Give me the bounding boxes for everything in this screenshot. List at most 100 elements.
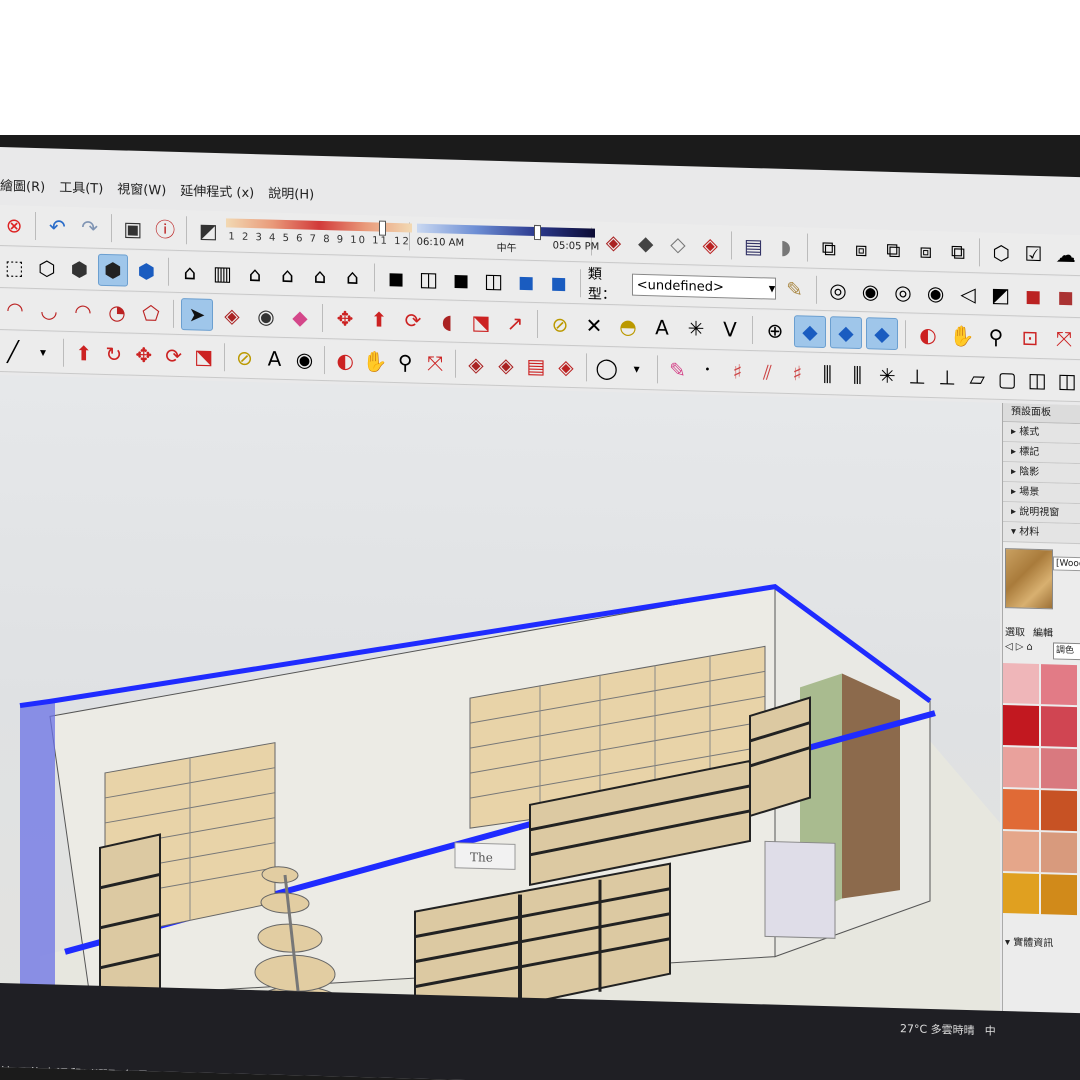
entity-info-section[interactable]: ▾ 實體資訊 bbox=[1005, 933, 1053, 949]
position-camera-icon[interactable]: ◎ bbox=[889, 277, 918, 308]
zoom-window-icon[interactable]: ⊡ bbox=[1015, 322, 1045, 353]
menu-tools[interactable]: 工具(T) bbox=[59, 177, 103, 202]
follow-me-tool-icon[interactable]: ◖ bbox=[432, 306, 462, 337]
pan-icon[interactable]: ✋ bbox=[947, 320, 977, 351]
extrude-icon[interactable]: ◫ bbox=[1024, 365, 1050, 396]
model-info-icon[interactable]: ⓘ bbox=[151, 214, 179, 245]
line-tool-icon[interactable]: ╱ bbox=[0, 336, 26, 367]
section-fill-icon[interactable]: ⧈ bbox=[912, 235, 940, 266]
3d-warehouse-icon[interactable]: ◈ bbox=[599, 227, 627, 258]
iso-view-icon[interactable]: ⌂ bbox=[176, 257, 205, 288]
time-slider-knob[interactable] bbox=[533, 224, 541, 241]
model-viewport[interactable]: The △ bbox=[0, 375, 1000, 1053]
shadow-month-slider[interactable]: 1 2 3 4 5 6 7 8 9 10 11 12 bbox=[226, 214, 413, 253]
camera-tool-icon[interactable]: ◉ bbox=[921, 278, 950, 309]
tray-section-instructor[interactable]: ▸ 說明視窗 bbox=[1003, 502, 1080, 525]
tray-section-scenes[interactable]: ▸ 場景 bbox=[1003, 482, 1080, 505]
get-models-icon[interactable]: ◆ bbox=[632, 228, 660, 259]
sandbox-scratch-icon[interactable]: ⊥ bbox=[904, 361, 930, 392]
month-slider-knob[interactable] bbox=[379, 220, 387, 236]
component-icon[interactable]: ⬡ bbox=[987, 238, 1015, 269]
color-swatch[interactable] bbox=[1041, 790, 1077, 832]
sandbox-contours-icon[interactable]: ⊥ bbox=[934, 362, 960, 393]
sandbox-mesh-icon[interactable]: ✳ bbox=[874, 360, 900, 391]
rotate-icon[interactable]: ⟳ bbox=[398, 305, 428, 336]
top-view-icon[interactable]: ▥ bbox=[208, 258, 237, 289]
move-icon[interactable]: ✥ bbox=[330, 303, 360, 334]
intersect-icon[interactable]: ◫ bbox=[414, 264, 443, 295]
check-icon[interactable]: ☑ bbox=[1019, 238, 1047, 269]
color-swatch[interactable] bbox=[1003, 789, 1039, 831]
dropdown-arrow-icon[interactable]: ▾ bbox=[30, 337, 56, 368]
scale-icon[interactable]: ⬔ bbox=[466, 307, 496, 338]
sandbox-icon[interactable]: ◩ bbox=[986, 280, 1015, 311]
select-arrow-icon[interactable]: ➤ bbox=[181, 298, 213, 331]
warehouse-2-icon[interactable]: ◈ bbox=[463, 349, 489, 380]
right-view-icon[interactable]: ⌂ bbox=[273, 260, 302, 291]
color-swatch[interactable] bbox=[1003, 873, 1039, 915]
ime-indicator[interactable]: 中 bbox=[985, 1023, 996, 1039]
color-swatch[interactable] bbox=[1041, 706, 1077, 748]
scale-2-icon[interactable]: ⬔ bbox=[191, 341, 217, 372]
account-dropdown-icon[interactable]: ▾ bbox=[624, 353, 650, 384]
follow-me-2-icon[interactable]: ↻ bbox=[101, 339, 127, 370]
print-icon[interactable]: ▣ bbox=[119, 213, 147, 244]
redo-icon[interactable]: ↷ bbox=[75, 212, 103, 243]
shaded-icon[interactable]: ⬢ bbox=[97, 253, 129, 287]
color-swatch[interactable] bbox=[1003, 705, 1039, 747]
wireframe-icon[interactable]: ⬡ bbox=[33, 253, 62, 284]
union-icon[interactable]: ◼ bbox=[447, 264, 476, 295]
axes-icon[interactable]: ✳ bbox=[681, 313, 711, 344]
terrain-icon[interactable]: ◼ bbox=[1051, 281, 1080, 312]
menu-draw[interactable]: 繪圖(R) bbox=[0, 175, 45, 200]
color-swatch[interactable] bbox=[1041, 874, 1077, 916]
three-point-arc-icon[interactable]: ◠ bbox=[68, 296, 98, 327]
text-2-icon[interactable]: A bbox=[261, 343, 287, 374]
color-swatch[interactable] bbox=[1041, 832, 1077, 874]
arc-icon[interactable]: ◠ bbox=[0, 294, 30, 325]
user-account-icon[interactable]: ◯ bbox=[594, 353, 620, 384]
orbit-2-icon[interactable]: ◐ bbox=[332, 345, 358, 376]
stamp-icon[interactable]: ⫽ bbox=[754, 357, 780, 388]
subtract-icon[interactable]: ◫ bbox=[479, 265, 508, 296]
sandbox-smoove-icon[interactable]: ✎ bbox=[665, 355, 691, 386]
left-view-icon[interactable]: ⌂ bbox=[338, 261, 367, 292]
polygon-icon[interactable]: ⬠ bbox=[136, 298, 166, 329]
eraser-icon[interactable]: ◆ bbox=[285, 302, 315, 333]
color-swatch[interactable] bbox=[1041, 748, 1077, 790]
layer-manager-icon[interactable]: ✎ bbox=[780, 274, 809, 305]
texture-icon[interactable]: ◼ bbox=[1019, 280, 1048, 311]
sandbox-face-icon[interactable]: ▱ bbox=[964, 363, 990, 394]
crosshair-icon[interactable]: ⊕ bbox=[760, 315, 790, 346]
cloud-upload-icon[interactable]: ☁ bbox=[1052, 239, 1080, 270]
tray-section-shadows[interactable]: ▸ 陰影 bbox=[1003, 462, 1080, 485]
split-icon[interactable]: ◼ bbox=[544, 267, 573, 298]
erase-icon[interactable]: ⊗ bbox=[0, 210, 28, 241]
share-2-icon[interactable]: ◈ bbox=[493, 350, 519, 381]
offset-icon[interactable]: ↗ bbox=[500, 308, 530, 339]
make-component-icon[interactable]: ◈ bbox=[217, 300, 247, 331]
color-swatch[interactable] bbox=[1003, 663, 1039, 705]
tray-section-tags[interactable]: ▸ 標記 bbox=[1003, 442, 1080, 465]
tab-edit[interactable]: 編輯 bbox=[1033, 624, 1053, 640]
flip-edge-icon[interactable]: ⫼ bbox=[844, 360, 870, 391]
hidden-line-icon[interactable]: ⬢ bbox=[65, 254, 94, 285]
section-toggle-icon[interactable]: ⧉ bbox=[944, 236, 972, 267]
material-name-field[interactable]: [Wood bbox=[1053, 556, 1080, 572]
extension-warehouse-icon[interactable]: ◈ bbox=[696, 229, 724, 260]
trim-icon[interactable]: ◼ bbox=[512, 266, 541, 297]
drape-icon[interactable]: ♯ bbox=[784, 358, 810, 389]
pan-2-icon[interactable]: ✋ bbox=[362, 346, 388, 377]
color-swatch[interactable] bbox=[1041, 664, 1077, 706]
home-icon[interactable]: ⌂ bbox=[1026, 642, 1032, 653]
back-view-icon[interactable]: ⌂ bbox=[306, 261, 335, 292]
style-builder-icon[interactable]: ◗ bbox=[772, 232, 800, 263]
undo-icon[interactable]: ↶ bbox=[43, 211, 71, 242]
shadows-toggle-icon[interactable]: ◩ bbox=[194, 215, 222, 246]
xray-icon[interactable]: ⬚ bbox=[0, 252, 29, 283]
tape-2-icon[interactable]: ⊘ bbox=[232, 342, 258, 373]
text-icon[interactable]: A bbox=[647, 312, 677, 343]
menu-extensions[interactable]: 延伸程式 (x) bbox=[180, 180, 254, 206]
section-plane-icon[interactable]: ⧉ bbox=[815, 233, 843, 264]
grid-tool-icon[interactable]: ♯ bbox=[724, 356, 750, 387]
